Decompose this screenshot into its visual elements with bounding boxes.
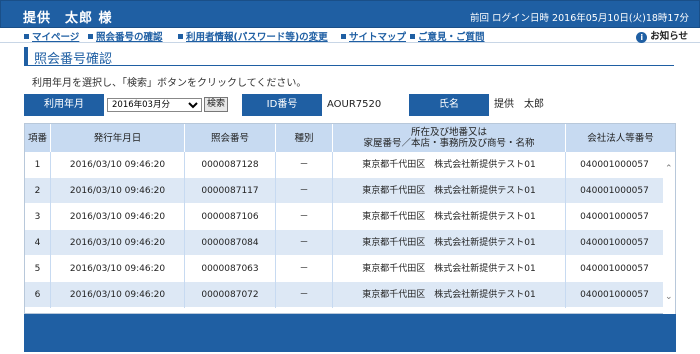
cell-no: 4 <box>25 230 51 256</box>
cell-type: － <box>276 204 333 230</box>
cell-corporate-number: 040001000057 <box>580 160 649 170</box>
cell-no: 2 <box>25 178 51 204</box>
footer-band <box>24 314 676 352</box>
notice-link[interactable]: i お知らせ <box>636 28 688 43</box>
cell-type: － <box>276 256 333 282</box>
cell-issue-date: 2016/03/10 09:46:20 <box>51 152 185 178</box>
results-table: 項番 発行年月日 照会番号 種別 所在及び地番又は 家屋番号／本店・事務所及び商… <box>24 123 676 315</box>
cell-issue-date: 2016/03/10 09:46:20 <box>51 256 185 282</box>
month-label: 利用年月 <box>24 94 104 116</box>
nav-item-label: マイページ <box>32 32 80 43</box>
cell-location: 東京都千代田区 株式会社新提供テスト01 <box>333 178 566 204</box>
cell-inquiry-number: 0000087106 <box>185 204 276 230</box>
header-inquiry-number: 照会番号 <box>185 124 276 152</box>
table-row: 2 2016/03/10 09:46:20 0000087117 － 東京都千代… <box>25 178 663 204</box>
cell-no: 1 <box>25 152 51 178</box>
header-corporate-number: 会社法人等番号 <box>587 132 654 144</box>
header-issue-date: 発行年月日 <box>51 124 185 152</box>
table-row: 5 2016/03/10 09:46:20 0000087063 － 東京都千代… <box>25 256 663 282</box>
table-scrollbar[interactable]: ⌃ ⌄ <box>663 152 675 315</box>
nav-item-inquiry-number[interactable]: 照会番号の確認 <box>88 29 163 43</box>
cell-issue-date: 2016/03/10 09:46:20 <box>51 230 185 256</box>
cell-no: 3 <box>25 204 51 230</box>
cell-issue-date: 2016/03/10 09:46:20 <box>51 282 185 308</box>
cell-issue-date: 2016/03/10 09:46:20 <box>51 204 185 230</box>
name-value: 提供 太郎 <box>494 99 544 110</box>
nav-item-user-info[interactable]: 利用者情報(パスワード等)の変更 <box>178 29 328 43</box>
cell-type: － <box>276 230 333 256</box>
nav-item-label: サイトマップ <box>349 32 407 43</box>
table-row: 3 2016/03/10 09:46:20 0000087106 － 東京都千代… <box>25 204 663 230</box>
header-type: 種別 <box>276 124 333 152</box>
cell-location: 東京都千代田区 株式会社新提供テスト01 <box>333 204 566 230</box>
table-row: 1 2016/03/10 09:46:20 0000087128 － 東京都千代… <box>25 152 663 178</box>
nav-item-sitemap[interactable]: サイトマップ <box>341 29 406 43</box>
table-body: 1 2016/03/10 09:46:20 0000087128 － 東京都千代… <box>25 152 663 315</box>
bullet-icon <box>178 34 183 39</box>
table-header: 項番 発行年月日 照会番号 種別 所在及び地番又は 家屋番号／本店・事務所及び商… <box>25 124 675 152</box>
filter-row: 利用年月 2016年03月分 検索 ID番号 AOUR7520 氏名 提供 太郎 <box>24 94 674 116</box>
bullet-icon <box>341 34 346 39</box>
notice-label: お知らせ <box>650 31 688 42</box>
global-nav: マイページ 照会番号の確認 利用者情報(パスワード等)の変更 サイトマップ ご意… <box>0 28 700 43</box>
header-location: 所在及び地番又は 家屋番号／本店・事務所及び商号・名称 <box>333 124 566 152</box>
cell-corporate-number: 040001000057 <box>580 290 649 300</box>
id-label: ID番号 <box>242 94 322 116</box>
bullet-icon <box>24 34 29 39</box>
nav-item-mypage[interactable]: マイページ <box>24 29 79 43</box>
page-title-bar: 照会番号確認 <box>24 47 674 67</box>
table-row: 4 2016/03/10 09:46:20 0000087084 － 東京都千代… <box>25 230 663 256</box>
cell-corporate-number: 040001000057 <box>580 212 649 222</box>
cell-inquiry-number: 0000087084 <box>185 230 276 256</box>
cell-corporate-number: 040001000057 <box>580 186 649 196</box>
cell-corporate-number: 040001000057 <box>580 238 649 248</box>
cell-type: － <box>276 282 333 308</box>
cell-inquiry-number: 0000087072 <box>185 282 276 308</box>
cell-inquiry-number: 0000087063 <box>185 256 276 282</box>
page-title: 照会番号確認 <box>34 52 113 67</box>
nav-item-label: ご意見・ご質問 <box>418 32 485 43</box>
user-name: 提供 太郎 様 <box>23 11 113 26</box>
chevron-up-icon[interactable]: ⌃ <box>665 164 673 174</box>
bullet-icon <box>410 34 415 39</box>
bullet-icon <box>88 34 93 39</box>
instruction-text: 利用年月を選択し、「検索」ボタンをクリックしてください。 <box>32 78 307 89</box>
month-select[interactable]: 2016年03月分 <box>107 98 202 112</box>
info-icon: i <box>636 32 648 43</box>
last-login-info: 前回 ログイン日時 2016年05月10日(火)18時17分 <box>470 13 689 24</box>
cell-location: 東京都千代田区 株式会社新提供テスト01 <box>333 230 566 256</box>
cell-inquiry-number: 0000087117 <box>185 178 276 204</box>
cell-corporate-number: 040001000057 <box>580 264 649 274</box>
table-row: 6 2016/03/10 09:46:20 0000087072 － 東京都千代… <box>25 282 663 308</box>
cell-location: 東京都千代田区 株式会社新提供テスト01 <box>333 282 566 308</box>
nav-item-label: 照会番号の確認 <box>96 32 163 43</box>
header-no: 項番 <box>25 124 51 152</box>
name-label: 氏名 <box>409 94 489 116</box>
cell-type: － <box>276 152 333 178</box>
chevron-down-icon[interactable]: ⌄ <box>665 292 673 302</box>
cell-no: 5 <box>25 256 51 282</box>
top-header: 提供 太郎 様 前回 ログイン日時 2016年05月10日(火)18時17分 <box>0 0 700 28</box>
nav-item-feedback[interactable]: ご意見・ご質問 <box>410 29 485 43</box>
cell-location: 東京都千代田区 株式会社新提供テスト01 <box>333 152 566 178</box>
search-button[interactable]: 検索 <box>204 97 228 112</box>
cell-inquiry-number: 0000087128 <box>185 152 276 178</box>
cell-type: － <box>276 178 333 204</box>
cell-issue-date: 2016/03/10 09:46:20 <box>51 178 185 204</box>
nav-item-label: 利用者情報(パスワード等)の変更 <box>186 32 328 43</box>
id-value: AOUR7520 <box>327 99 382 110</box>
cell-no: 6 <box>25 282 51 308</box>
cell-location: 東京都千代田区 株式会社新提供テスト01 <box>333 256 566 282</box>
